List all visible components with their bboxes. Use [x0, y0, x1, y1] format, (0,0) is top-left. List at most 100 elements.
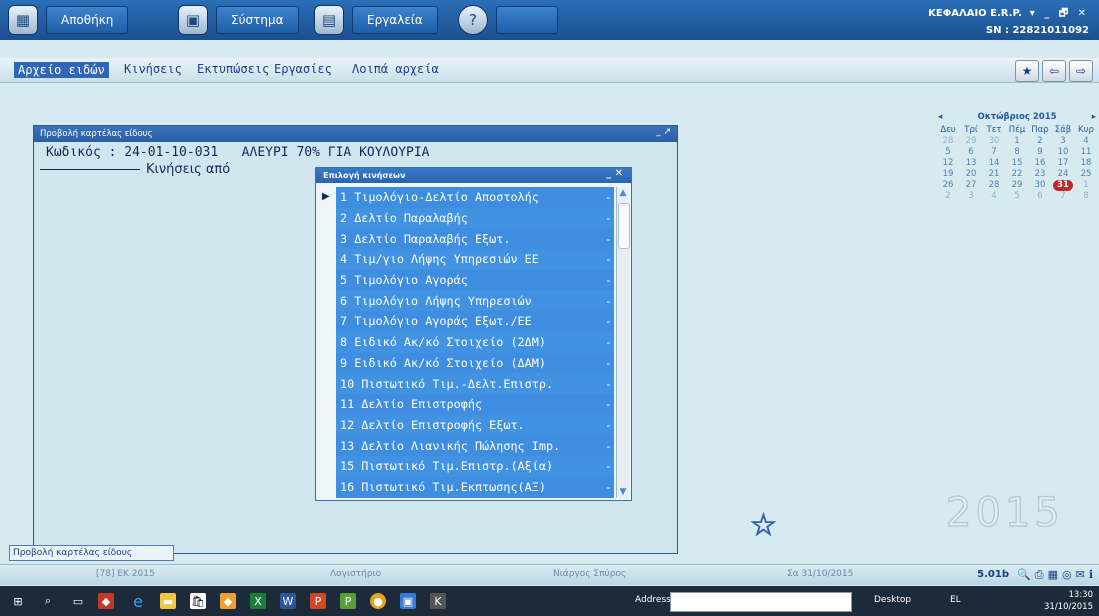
calendar-day[interactable]: 4	[1076, 136, 1096, 147]
calendar-day[interactable]: 13	[961, 158, 981, 169]
publisher-icon[interactable]: P	[340, 593, 356, 609]
movement-list-item[interactable]: 15 Πιστωτικό Τιμ.Επιστρ.(Αξία) -	[336, 455, 614, 477]
calendar-day[interactable]: 26	[938, 180, 958, 191]
movement-list-item[interactable]: 2 Δελτίο Παραλαβής -	[336, 207, 614, 229]
powerpoint-icon[interactable]: P	[310, 593, 326, 609]
menu-item-other-files[interactable]: Λοιπά αρχεία	[352, 62, 439, 76]
calendar-day[interactable]: 21	[984, 169, 1004, 180]
back-arrow-icon[interactable]: ⇦	[1042, 60, 1066, 82]
taskbar-clock[interactable]: 13:30 31/10/2015	[1044, 589, 1093, 613]
calendar-day[interactable]: 30	[1030, 180, 1050, 191]
app-icon[interactable]: K	[430, 593, 446, 609]
print-icon[interactable]: ⎙	[1035, 568, 1044, 582]
app-icon[interactable]: ▣	[400, 593, 416, 609]
word-icon[interactable]: W	[280, 593, 296, 609]
calendar-day[interactable]: 8	[1076, 191, 1096, 202]
calendar-day[interactable]: 18	[1076, 158, 1096, 169]
calendar-day[interactable]: 7	[1053, 191, 1073, 202]
calendar-day[interactable]: 7	[984, 147, 1004, 158]
calendar-day[interactable]: 4	[984, 191, 1004, 202]
movement-list-item[interactable]: 8 Ειδικό Ακ/κό Στοιχείο (2ΔΜ) -	[336, 331, 614, 353]
calendar-prev-icon[interactable]: ◂	[938, 112, 942, 122]
language-indicator[interactable]: EL	[950, 595, 961, 605]
menu-item-tasks[interactable]: Εργασίες	[274, 62, 332, 76]
calendar-day[interactable]: 6	[1030, 191, 1050, 202]
window-controls[interactable]: ▾ _ 🗗 ✕	[1030, 8, 1089, 19]
explorer-icon[interactable]: ▬	[160, 593, 176, 609]
menu-item-items-file[interactable]: Αρχείο ειδών	[14, 62, 109, 78]
desktop-label[interactable]: Desktop	[874, 595, 911, 605]
calendar-day[interactable]: 3	[961, 191, 981, 202]
calendar-day[interactable]: 11	[1076, 147, 1096, 158]
menu-item-movements[interactable]: Κινήσεις	[124, 62, 182, 76]
search-icon[interactable]: 🔍	[1017, 568, 1031, 582]
calendar-day[interactable]: 15	[1007, 158, 1027, 169]
search-icon[interactable]: ⌕	[40, 593, 56, 609]
movement-list-item[interactable]: 7 Τιμολόγιο Αγοράς Εξωτ./ΕΕ -	[336, 311, 614, 332]
calendar-day[interactable]: 28	[984, 180, 1004, 191]
grid-icon[interactable]: ▦	[1048, 568, 1058, 582]
movement-list-item[interactable]: 6 Τιμολόγιο Λήψης Υπηρεσιών -	[336, 290, 614, 312]
item-card-window-controls[interactable]: _ ↗	[656, 127, 671, 137]
tools-button[interactable]: ▤ Εργαλεία	[314, 4, 438, 36]
movement-list-item[interactable]: 16 Πιστωτικό Τιμ.Εκπτωσης(ΑΞ) -	[336, 476, 614, 498]
movement-list-item[interactable]: 3 Δελτίο Παραλαβής Εξωτ. -	[336, 228, 614, 250]
calendar-day[interactable]: 23	[1030, 169, 1050, 180]
menu-item-prints[interactable]: Εκτυπώσεις	[197, 62, 269, 76]
item-card-titlebar[interactable]: Προβολή καρτέλας είδους _ ↗	[34, 126, 677, 142]
mail-icon[interactable]: ✉	[1076, 568, 1085, 582]
calendar-day[interactable]: 9	[1030, 147, 1050, 158]
popup-scrollbar[interactable]: ▲ ▼	[616, 187, 630, 498]
movement-list-item[interactable]: 12 Δελτίο Επιστροφής Εξωτ. -	[336, 414, 614, 436]
calendar-day[interactable]: 16	[1030, 158, 1050, 169]
scroll-down-icon[interactable]: ▼	[618, 487, 628, 497]
start-icon[interactable]: ⊞	[10, 593, 26, 609]
app-icon[interactable]: ◆	[98, 593, 114, 609]
edge-icon[interactable]: e	[130, 592, 146, 611]
help-button[interactable]: ?	[458, 4, 558, 36]
warehouse-button[interactable]: ▦ Αποθήκη	[8, 4, 129, 36]
favorite-star-icon[interactable]: ★	[1015, 60, 1039, 82]
calendar-day[interactable]: 27	[961, 180, 981, 191]
movement-list-item[interactable]: 1 Τιμολόγιο-Δελτίο Αποστολής -	[336, 187, 614, 208]
calendar-day[interactable]: 28	[938, 136, 958, 147]
movement-list-item[interactable]: 5 Τιμολόγιο Αγοράς -	[336, 269, 614, 291]
calendar-next-icon[interactable]: ▸	[1092, 112, 1096, 122]
app-icon[interactable]: ◆	[220, 593, 236, 609]
calendar-day[interactable]: 2	[1030, 136, 1050, 147]
chrome-icon[interactable]: ●	[370, 593, 386, 609]
popup-window-controls[interactable]: _ ✕	[606, 168, 623, 179]
calendar-day[interactable]: 29	[961, 136, 981, 147]
calendar-day[interactable]: 17	[1053, 158, 1073, 169]
popup-titlebar[interactable]: Επιλογή κινήσεων _ ✕	[316, 168, 631, 183]
movement-list-item[interactable]: 10 Πιστωτικό Τιμ.-Δελτ.Επιστρ. -	[336, 373, 614, 394]
calendar-day[interactable]: 20	[961, 169, 981, 180]
calendar-day[interactable]: 12	[938, 158, 958, 169]
system-button[interactable]: ▣ Σύστημα	[178, 4, 299, 36]
calendar-day[interactable]: 5	[938, 147, 958, 158]
calendar-day[interactable]: 2	[938, 191, 958, 202]
movement-list-item[interactable]: 13 Δελτίο Λιανικής Πώλησης Imp. -	[336, 435, 614, 456]
calendar-day[interactable]: 25	[1076, 169, 1096, 180]
scroll-up-icon[interactable]: ▲	[618, 188, 628, 198]
calendar-day[interactable]: 3	[1053, 136, 1073, 147]
calendar-day[interactable]: 1	[1076, 180, 1096, 191]
task-view-icon[interactable]: ▭	[70, 593, 86, 609]
calendar-day[interactable]: 29	[1007, 180, 1027, 191]
calendar-day[interactable]: 14	[984, 158, 1004, 169]
calendar-day[interactable]: 10	[1053, 147, 1073, 158]
forward-arrow-icon[interactable]: ⇨	[1069, 60, 1093, 82]
address-input[interactable]	[670, 592, 852, 612]
calendar-day[interactable]: 5	[1007, 191, 1027, 202]
calendar-day[interactable]: 1	[1007, 136, 1027, 147]
scroll-thumb[interactable]	[618, 203, 630, 249]
calendar-day[interactable]: 19	[938, 169, 958, 180]
calendar-day[interactable]: 6	[961, 147, 981, 158]
movement-list-item[interactable]: 4 Τιμ/γιο Λήψης Υπηρεσιών ΕΕ -	[336, 249, 614, 270]
calendar-day[interactable]: 24	[1053, 169, 1073, 180]
movement-list-item[interactable]: 9 Ειδικό Ακ/κό Στοιχείο (ΔΑΜ) -	[336, 352, 614, 374]
calendar-day[interactable]: 30	[984, 136, 1004, 147]
calendar-day[interactable]: 8	[1007, 147, 1027, 158]
store-icon[interactable]: 🛍	[190, 593, 206, 609]
excel-icon[interactable]: X	[250, 593, 266, 609]
